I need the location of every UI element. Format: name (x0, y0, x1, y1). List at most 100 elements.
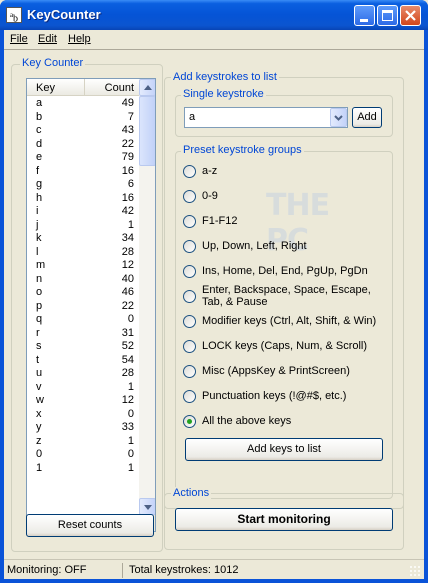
list-item-key: w (36, 394, 44, 406)
list-item[interactable]: z1 (27, 435, 139, 449)
list-item[interactable]: h 16 (27, 192, 139, 206)
radio-button[interactable] (183, 365, 196, 378)
single-keystroke-title: Single keystroke (181, 88, 266, 100)
list-item-key: n (36, 272, 43, 285)
scroll-up-button[interactable] (139, 79, 155, 96)
list-item-key: f (36, 164, 40, 177)
list-item[interactable]: q0 (27, 313, 139, 327)
list-item-count: 40 (121, 272, 134, 285)
arrow-down-icon (144, 505, 152, 510)
preset-option-radio[interactable]: Ins, Home, Del, End, PgUp, PgDn (183, 264, 383, 284)
preset-option-radio[interactable]: Punctuation keys (!@#$, etc.) (183, 389, 383, 409)
list-item[interactable]: n 40 (27, 273, 139, 287)
list-item[interactable]: b7 (27, 111, 139, 125)
list-item[interactable]: u 28 (27, 367, 139, 381)
scroll-down-button[interactable] (139, 498, 155, 515)
radio-label-line: a-z (202, 165, 218, 177)
add-keys-to-list-button[interactable]: Add keys to list (185, 438, 383, 461)
preset-option-radio[interactable]: a-z (183, 164, 383, 184)
start-monitoring-button[interactable]: Start monitoring (175, 508, 393, 531)
list-item[interactable]: m 12 (27, 259, 139, 273)
list-item[interactable]: 00 (27, 448, 139, 462)
list-item[interactable]: r 31 (27, 327, 139, 341)
radio-label: LOCK keys (Caps, Num, & Scroll) (202, 340, 367, 352)
list-item[interactable]: e 79 (27, 151, 139, 165)
radio-button[interactable] (183, 165, 196, 178)
preset-option-radio[interactable]: Up, Down, Left, Right (183, 239, 383, 259)
radio-button[interactable] (183, 240, 196, 253)
minimize-button[interactable] (354, 5, 375, 26)
chevron-down-icon (334, 115, 343, 121)
list-item[interactable]: v1 (27, 381, 139, 395)
list-item-key: 1 (36, 461, 43, 474)
list-item[interactable]: j1 (27, 219, 139, 233)
list-item[interactable]: w 12 (27, 394, 139, 408)
radio-label-line: Up, Down, Left, Right (202, 240, 307, 252)
dropdown-button[interactable] (330, 108, 347, 127)
list-item[interactable]: p 22 (27, 300, 139, 314)
preset-option-radio[interactable]: Misc (AppsKey & PrintScreen) (183, 364, 383, 384)
column-header-key[interactable]: Key (27, 79, 85, 96)
minimize-icon (360, 19, 368, 22)
list-item[interactable]: c 43 (27, 124, 139, 138)
list-item[interactable]: y 33 (27, 421, 139, 435)
radio-label-line: LOCK keys (Caps, Num, & Scroll) (202, 340, 368, 352)
list-item[interactable]: t 54 (27, 354, 139, 368)
key-count-list[interactable]: Key Count a 49 b 7 c 43 d 22 e 79 f 16 g 6 h 16 i 42 j 1 k 34… (26, 78, 156, 532)
menu-file[interactable]: File (10, 33, 28, 45)
preset-option-radio[interactable]: F1-F12 (183, 214, 383, 234)
preset-option-radio[interactable]: Enter, Backspace, Space, Escape, Tab, & P… (183, 284, 383, 309)
list-item-count: 1 (127, 218, 134, 231)
radio-label-line: Ins, Home, Del, End, PgUp, PgDn (202, 265, 368, 277)
close-button[interactable] (400, 5, 421, 26)
radio-label-line: F1-F12 (202, 215, 238, 227)
preset-option-radio[interactable]: All the above keys (183, 414, 383, 434)
list-item-key: j (36, 218, 39, 231)
status-bar: Monitoring: OFF Total keystrokes: 1012 (4, 559, 424, 579)
radio-button[interactable] (183, 190, 196, 203)
list-item-count: 1 (127, 461, 134, 474)
preset-option-radio[interactable]: Modifier keys (Ctrl, Alt, Shift, & Win) (183, 314, 383, 334)
vertical-scroll-thumb[interactable] (139, 96, 155, 166)
list-item-key: y (36, 421, 42, 433)
app-icon[interactable]: ab (6, 7, 22, 24)
keystroke-select[interactable]: a (184, 107, 348, 128)
list-item[interactable]: 11 (27, 462, 139, 476)
title-bar[interactable]: ab KeyCounter (0, 0, 428, 30)
preset-option-radio[interactable]: 0-9 (183, 189, 383, 209)
menu-help[interactable]: Help (68, 33, 91, 45)
list-item[interactable]: k 34 (27, 232, 139, 246)
resize-grip[interactable] (409, 565, 421, 577)
list-item[interactable]: g6 (27, 178, 139, 192)
list-item-key: x (36, 407, 42, 420)
column-header-count[interactable]: Count (85, 79, 139, 96)
list-item-key: v (36, 380, 42, 393)
radio-button[interactable] (183, 265, 196, 278)
vertical-scrollbar[interactable] (139, 79, 155, 515)
add-button[interactable]: Add (352, 107, 382, 128)
list-item[interactable]: l 28 (27, 246, 139, 260)
list-item[interactable]: i 42 (27, 205, 139, 219)
radio-button[interactable] (183, 415, 196, 428)
menu-edit[interactable]: Edit (38, 33, 57, 45)
list-item-count: 46 (121, 286, 134, 298)
list-item[interactable]: f 16 (27, 165, 139, 179)
preset-option-radio[interactable]: LOCK keys (Caps, Num, & Scroll) (183, 339, 383, 359)
list-item[interactable]: x0 (27, 408, 139, 422)
radio-button[interactable] (183, 290, 196, 303)
radio-button[interactable] (183, 315, 196, 328)
list-item[interactable]: a 49 (27, 97, 139, 111)
list-item-key: c (36, 124, 42, 136)
list-item[interactable]: s 52 (27, 340, 139, 354)
reset-counts-button[interactable]: Reset counts (26, 514, 154, 537)
list-item-key: u (36, 367, 43, 379)
radio-button[interactable] (183, 390, 196, 403)
radio-button[interactable] (183, 215, 196, 228)
radio-button[interactable] (183, 340, 196, 353)
list-item-count: 16 (121, 191, 134, 204)
list-item[interactable]: d 22 (27, 138, 139, 152)
list-item[interactable]: o 46 (27, 286, 139, 300)
radio-label: Enter, Backspace, Space, Escape, Tab, & P… (202, 284, 371, 308)
radio-label: a-z (202, 165, 217, 177)
maximize-button[interactable] (377, 5, 398, 26)
